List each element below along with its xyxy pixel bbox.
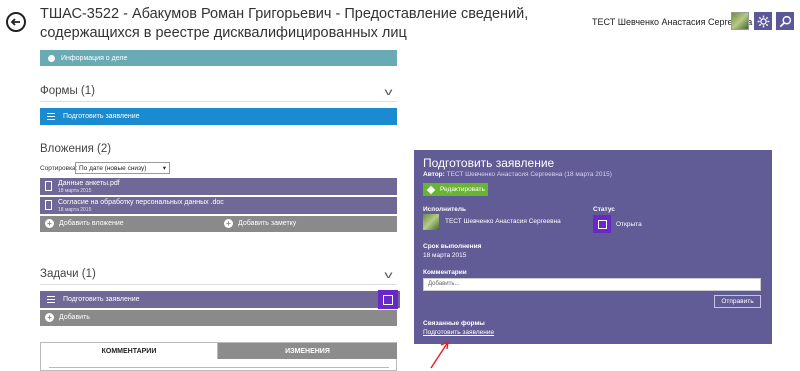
plus-icon: + <box>224 219 233 228</box>
tab-comments[interactable]: КОММЕНТАРИИ <box>41 343 218 359</box>
add-task-button[interactable]: + Добавить <box>45 313 90 322</box>
sort-label: Сортировка: <box>40 165 78 172</box>
list-icon <box>47 113 55 120</box>
add-attachment-button[interactable]: + Добавить вложение <box>45 219 124 228</box>
edit-label: Редактировать <box>440 186 485 193</box>
tasks-collapse-chevron-icon[interactable]: v <box>385 270 393 281</box>
tasks-heading: Задачи (1) <box>40 268 96 280</box>
case-info-bar[interactable]: Информация о деле <box>40 50 397 66</box>
sort-select[interactable]: По дате (новые снизу) ▾ <box>75 162 170 174</box>
document-icon <box>45 200 52 210</box>
page-title: ТШАС-3522 - Абакумов Роман Григорьевич -… <box>40 6 529 41</box>
back-arrow-icon <box>10 18 20 26</box>
edit-button[interactable]: Редактировать <box>423 183 488 196</box>
add-task-label: Добавить <box>59 314 90 321</box>
settings-button[interactable] <box>754 12 772 30</box>
task-detail-panel: Подготовить заявление Автор: ТЕСТ Шевчен… <box>414 150 772 344</box>
forms-divider <box>40 101 397 102</box>
comments-changes-tabs: КОММЕНТАРИИ ИЗМЕНЕНИЯ <box>40 342 397 371</box>
linked-form-link[interactable]: Подготовить заявление <box>423 329 494 336</box>
due-label: Срок выполнения <box>423 243 482 250</box>
linked-forms-label: Связанные формы <box>423 320 485 327</box>
attachment-row[interactable]: Согласие на обработку персональных данны… <box>40 197 397 214</box>
attachment-name[interactable]: Согласие на обработку персональных данны… <box>58 198 397 207</box>
chevron-down-icon: ▾ <box>162 165 166 172</box>
author-value: ТЕСТ Шевченко Анастасия Сергеевна (18 ма… <box>446 171 612 178</box>
executor-avatar <box>423 214 439 230</box>
checkbox-icon <box>597 219 607 229</box>
current-user-name[interactable]: ТЕСТ Шевченко Анастасия Сергеевна <box>592 17 752 27</box>
status-checkbox[interactable] <box>593 215 611 233</box>
attachment-date: 18 марта 2015 <box>58 188 92 194</box>
attachment-date: 18 марта 2015 <box>58 207 92 213</box>
pencil-icon <box>426 185 436 194</box>
attachments-actions-bar: + Добавить вложение + Добавить заметку <box>40 216 397 232</box>
form-item-prepare-application[interactable]: Подготовить заявление <box>40 108 397 125</box>
info-icon <box>48 54 55 62</box>
task-status-checkbox[interactable] <box>378 290 398 309</box>
task-item-prepare-application[interactable]: Подготовить заявление <box>40 291 400 308</box>
status-value: Открыта <box>616 221 642 228</box>
back-button[interactable] <box>6 12 26 32</box>
gear-icon <box>757 15 769 27</box>
add-note-button[interactable]: + Добавить заметку <box>224 219 296 228</box>
attachment-name[interactable]: Данные анкеты.pdf <box>58 179 397 188</box>
annotation-arrow-icon <box>430 341 449 369</box>
status-label: Статус <box>593 206 615 213</box>
sort-select-value: По дате (новые снизу) <box>79 164 147 172</box>
add-attachment-label: Добавить вложение <box>59 220 124 227</box>
panel-title: Подготовить заявление <box>423 156 555 170</box>
search-icon <box>779 15 791 27</box>
forms-collapse-chevron-icon[interactable]: v <box>385 87 393 98</box>
forms-heading: Формы (1) <box>40 85 95 97</box>
tab-content-divider <box>49 367 389 368</box>
task-item-label: Подготовить заявление <box>63 296 140 303</box>
add-note-label: Добавить заметку <box>238 220 297 227</box>
executor-label: Исполнитель <box>423 206 466 213</box>
send-button[interactable]: Отправить <box>714 295 761 308</box>
author-label: Автор: <box>423 171 445 178</box>
plus-icon: + <box>45 219 54 228</box>
comments-label: Комментарии <box>423 269 467 276</box>
tasks-actions-bar: + Добавить <box>40 310 397 326</box>
document-icon <box>45 181 52 191</box>
user-avatar[interactable] <box>731 12 749 30</box>
form-item-label: Подготовить заявление <box>63 113 140 120</box>
comment-input[interactable]: Добавить... <box>423 278 761 291</box>
attachments-heading: Вложения (2) <box>40 143 112 155</box>
search-button[interactable] <box>776 12 794 30</box>
due-value: 18 марта 2015 <box>423 252 467 259</box>
case-info-label: Информация о деле <box>61 54 128 62</box>
checkbox-icon <box>383 294 393 305</box>
plus-icon: + <box>45 313 54 322</box>
list-icon <box>47 296 55 303</box>
tab-changes[interactable]: ИЗМЕНЕНИЯ <box>218 343 397 359</box>
tasks-divider <box>40 284 397 285</box>
attachment-row[interactable]: Данные анкеты.pdf 18 марта 2015 <box>40 178 397 195</box>
executor-name[interactable]: ТЕСТ Шевченко Анастасия Сергеевна <box>445 218 561 225</box>
panel-author: Автор: ТЕСТ Шевченко Анастасия Сергеевна… <box>423 171 612 178</box>
